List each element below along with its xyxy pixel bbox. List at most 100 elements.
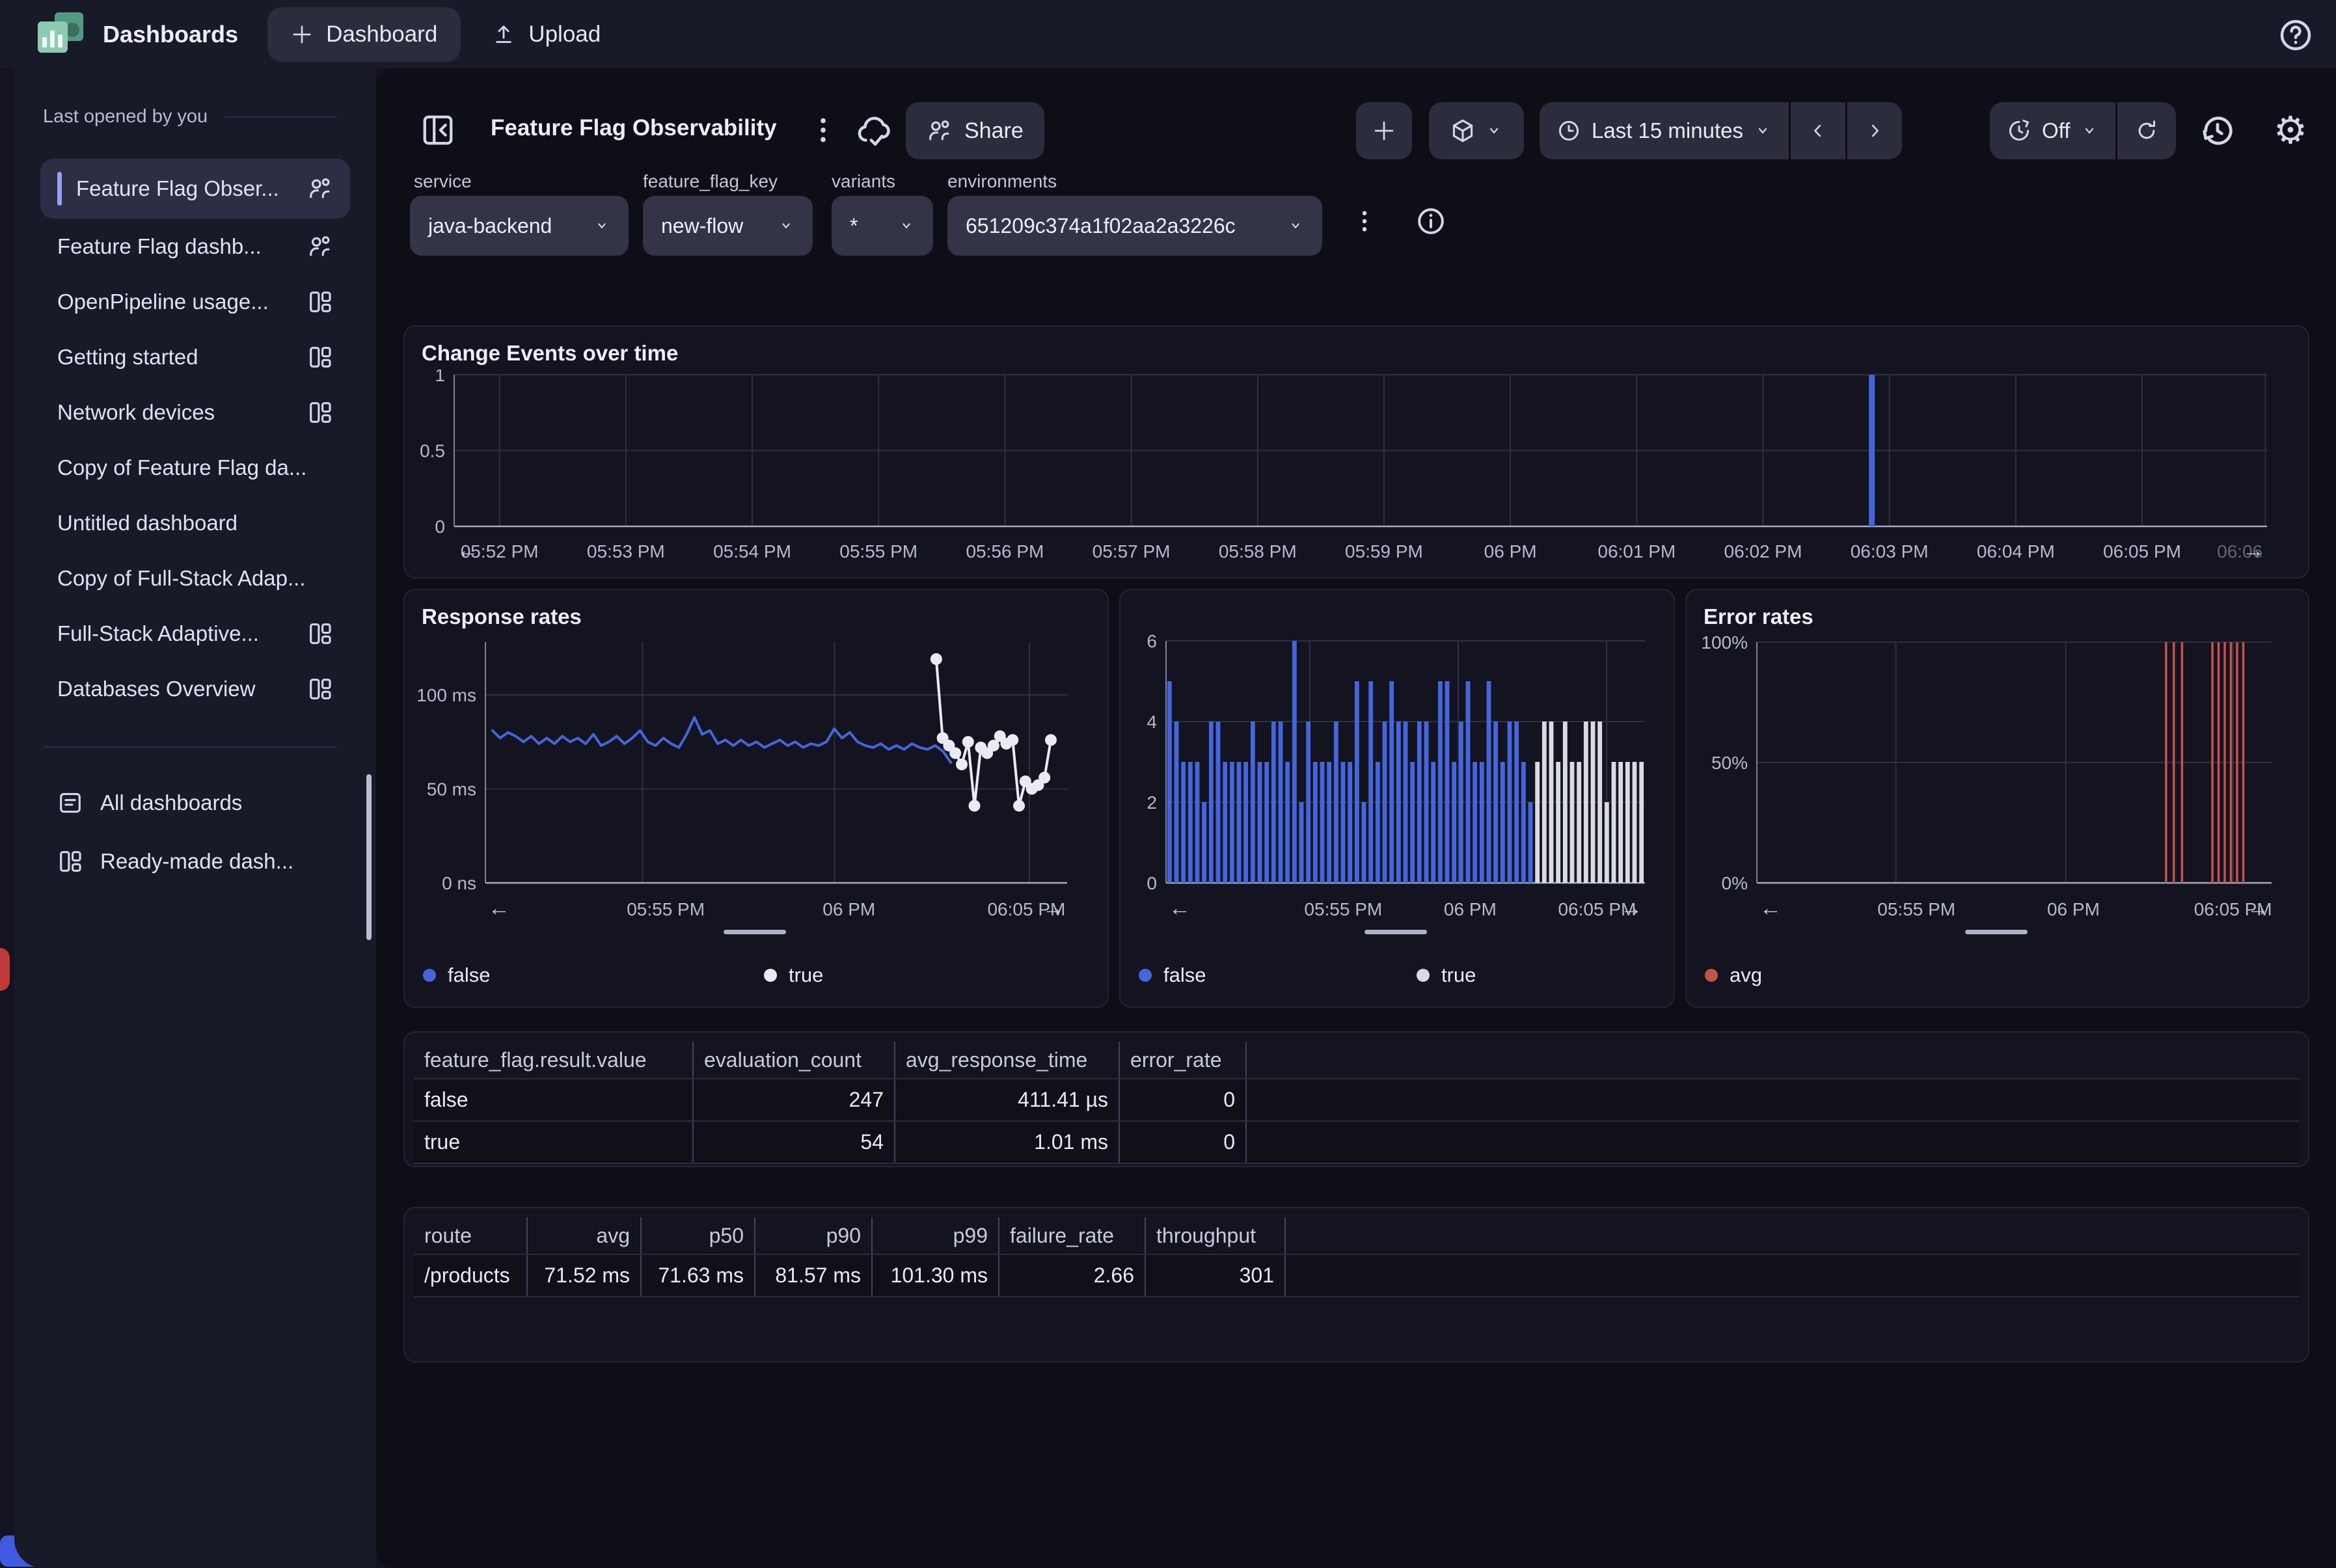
svg-text:05:55 PM: 05:55 PM — [1877, 899, 1955, 919]
routes-table: route avg p50 p90 p99 failure_rate throu… — [414, 1217, 2299, 1297]
notebook-icon — [57, 790, 83, 816]
sidebar-item-ready-made-dashboards[interactable]: Ready-made dash... — [40, 832, 350, 891]
panel-response-rates: Response rates 100 ms50 ms0 ns05:55 PM06… — [403, 589, 1109, 1008]
time-forward-button[interactable] — [1847, 102, 1902, 159]
sidebar-item-feature-flag-dashboard[interactable]: Feature Flag dashb... — [40, 219, 350, 274]
column-header[interactable]: p90 — [755, 1217, 873, 1254]
svg-text:←: ← — [1169, 896, 1191, 921]
settings-gear-icon[interactable]: ⚙ — [2271, 111, 2310, 150]
new-dashboard-button[interactable]: Dashboard — [267, 7, 461, 62]
dashboard-grid-icon — [307, 399, 333, 426]
history-icon[interactable] — [2198, 111, 2237, 150]
legend-false[interactable]: false — [423, 964, 490, 987]
logo-bar-icon — [50, 31, 55, 47]
refresh-button[interactable] — [2117, 102, 2176, 159]
filter-service-dropdown[interactable]: java-backend — [410, 196, 629, 256]
panel-title: Response rates — [422, 604, 582, 629]
column-header[interactable]: throughput — [1146, 1217, 1286, 1254]
dashboard-grid-icon — [307, 621, 333, 647]
sidebar-scrollbar[interactable] — [366, 774, 372, 940]
auto-refresh-button[interactable]: Off — [1990, 102, 2115, 159]
legend-dot — [764, 969, 777, 982]
time-range-button[interactable]: Last 15 minutes — [1540, 102, 1789, 159]
table-row[interactable]: false 247 411.41 µs 0 — [414, 1078, 2299, 1120]
filter-environments-dropdown[interactable]: 651209c374a1f02aa2a3226c — [947, 196, 1322, 256]
panel-routes-table: route avg p50 p90 p99 failure_rate throu… — [403, 1207, 2309, 1362]
svg-text:05:56 PM: 05:56 PM — [966, 541, 1044, 561]
logo-bar-icon — [42, 37, 47, 47]
chart-mini-scrollbar[interactable] — [1365, 930, 1427, 934]
column-header[interactable]: failure_rate — [999, 1217, 1146, 1254]
sidebar-item-network-devices[interactable]: Network devices — [40, 385, 350, 440]
svg-text:06:03 PM: 06:03 PM — [1851, 541, 1929, 561]
column-header[interactable]: p50 — [642, 1217, 755, 1254]
legend-true[interactable]: true — [764, 964, 823, 987]
svg-text:06:05 PM: 06:05 PM — [2103, 541, 2181, 561]
column-header[interactable]: p99 — [873, 1217, 999, 1254]
svg-text:6: 6 — [1147, 632, 1157, 651]
dashboard-grid-icon — [307, 289, 333, 315]
plus-icon — [1372, 119, 1396, 142]
column-header[interactable]: avg_response_time — [895, 1042, 1120, 1078]
upload-button[interactable]: Upload — [492, 21, 601, 47]
svg-text:100 ms: 100 ms — [416, 685, 476, 705]
svg-text:0: 0 — [435, 517, 445, 537]
kebab-menu-icon[interactable] — [806, 113, 841, 148]
column-header[interactable]: route — [414, 1217, 528, 1254]
legend-true[interactable]: true — [1417, 964, 1476, 987]
alert-badge[interactable] — [0, 948, 10, 991]
header-filler — [1247, 1042, 2299, 1078]
sidebar-item-untitled-dashboard[interactable]: Untitled dashboard — [40, 495, 350, 550]
table-row[interactable]: /products 71.52 ms 71.63 ms 81.57 ms 101… — [414, 1254, 2299, 1297]
chart-mini-scrollbar[interactable] — [1965, 930, 2028, 934]
variables-cube-button[interactable] — [1429, 102, 1524, 159]
column-header[interactable]: avg — [528, 1217, 642, 1254]
svg-text:06:02 PM: 06:02 PM — [1724, 541, 1802, 561]
sidebar-item-copy-full-stack[interactable]: Copy of Full-Stack Adap... — [40, 550, 350, 606]
response-rates-chart[interactable]: 100 ms50 ms0 ns05:55 PM06 PM06:05 PM←→ — [413, 632, 1097, 926]
top-bar: Dashboards Dashboard Upload — [0, 0, 2336, 68]
share-button[interactable]: Share — [906, 102, 1044, 159]
info-icon[interactable] — [1415, 205, 1447, 237]
chevron-down-icon — [593, 217, 610, 234]
legend-false[interactable]: false — [1139, 964, 1206, 987]
page-title: Feature Flag Observability — [491, 115, 777, 141]
sidebar-bottom-nav: All dashboards Ready-made dash... — [14, 774, 376, 891]
filter-feature-flag-key-dropdown[interactable]: new-flow — [643, 196, 813, 256]
legend-avg[interactable]: avg — [1705, 964, 1762, 987]
column-header[interactable]: error_rate — [1120, 1042, 1247, 1078]
table-row[interactable]: true 54 1.01 ms 0 — [414, 1120, 2299, 1164]
svg-text:2: 2 — [1147, 792, 1157, 813]
add-panel-button[interactable] — [1356, 102, 1412, 159]
logo-bar-icon — [58, 34, 62, 47]
dashboard-grid-icon — [57, 848, 83, 874]
legend-dot — [1139, 969, 1152, 982]
column-header[interactable]: feature_flag.result.value — [414, 1042, 694, 1078]
error-rates-chart[interactable]: 100%50%0%05:55 PM06 PM06:05 PM←→ — [1694, 632, 2298, 926]
change-events-chart[interactable]: 10.5005:52 PM05:53 PM05:54 PM05:55 PM05:… — [414, 370, 2294, 568]
svg-text:1: 1 — [435, 370, 445, 385]
svg-text:0 ns: 0 ns — [442, 873, 476, 893]
share-users-icon — [927, 118, 953, 144]
sidebar-item-copy-feature-flag[interactable]: Copy of Feature Flag da... — [40, 440, 350, 495]
column-header[interactable]: evaluation_count — [694, 1042, 895, 1078]
filter-variants-dropdown[interactable]: * — [832, 196, 933, 256]
sidebar-item-openpipeline-usage[interactable]: OpenPipeline usage... — [40, 274, 350, 329]
panel-title: Error rates — [1704, 604, 1813, 629]
filters-kebab-icon[interactable] — [1350, 206, 1379, 236]
sidebar-item-databases-overview[interactable]: Databases Overview — [40, 661, 350, 716]
svg-text:06 PM: 06 PM — [1484, 541, 1537, 561]
evaluation-counts-chart[interactable]: 642005:55 PM06 PM06:05 PM←→ — [1128, 632, 1663, 926]
sidebar-item-feature-flag-observability[interactable]: Feature Flag Obser... — [40, 159, 350, 219]
sidebar-item-getting-started[interactable]: Getting started — [40, 329, 350, 385]
time-back-button[interactable] — [1791, 102, 1845, 159]
help-icon[interactable] — [2277, 17, 2314, 53]
users-icon — [307, 234, 333, 260]
cloud-sync-icon[interactable] — [855, 113, 893, 150]
divider — [224, 116, 337, 118]
chevron-down-icon — [778, 217, 795, 234]
chart-mini-scrollbar[interactable] — [724, 930, 786, 934]
collapse-sidebar-icon[interactable] — [420, 113, 455, 148]
sidebar-item-full-stack-adaptive[interactable]: Full-Stack Adaptive... — [40, 606, 350, 661]
sidebar-item-all-dashboards[interactable]: All dashboards — [40, 774, 350, 832]
